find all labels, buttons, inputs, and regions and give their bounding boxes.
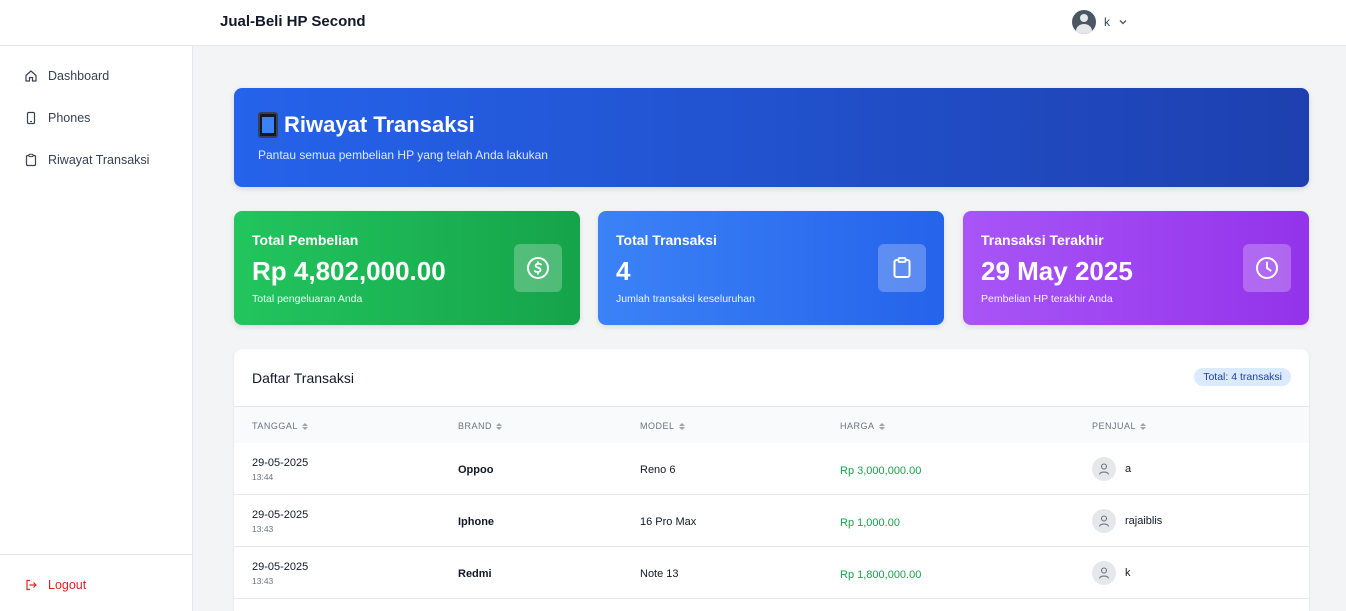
logout-label: Logout	[48, 578, 87, 592]
sidebar-item-label: Dashboard	[48, 69, 110, 83]
column-header-harga[interactable]: HARGA	[840, 421, 885, 431]
cell-price: Rp 1,000.00	[840, 517, 900, 529]
stat-label: Total Pembelian	[252, 232, 359, 248]
stat-card-total-transaksi: Total Transaksi 4 Jumlah transaksi kesel…	[598, 211, 944, 325]
stat-icon-box	[1243, 244, 1291, 292]
table-row[interactable]: 29-05-2025 13:43 Iphone 16 Pro Max Rp 1,…	[234, 495, 1309, 547]
sidebar-item-riwayat-transaksi[interactable]: Riwayat Transaksi	[24, 153, 149, 167]
table-header: TANGGAL BRAND MODEL HARGA PENJUAL	[234, 406, 1309, 443]
cell-model: 16 Pro Max	[640, 516, 697, 528]
sidebar-footer: Logout	[0, 554, 192, 611]
avatar	[1072, 10, 1096, 34]
stat-description: Jumlah transaksi keseluruhan	[616, 293, 755, 305]
clock-icon	[1256, 257, 1278, 279]
logout-icon	[26, 579, 37, 591]
sort-icon	[878, 422, 885, 430]
page-title-text: Riwayat Transaksi	[284, 112, 475, 137]
stat-value: 4	[616, 256, 631, 286]
dollar-icon	[527, 257, 549, 279]
cell-date: 29-05-2025	[252, 561, 309, 573]
sort-icon	[496, 422, 503, 430]
stat-label: Transaksi Terakhir	[981, 232, 1104, 248]
sidebar-item-phones[interactable]: Phones	[24, 111, 90, 125]
sidebar-item-label: Riwayat Transaksi	[48, 153, 150, 167]
sidebar: Dashboard Phones Riwayat Transaksi Logou…	[0, 46, 193, 611]
column-header-penjual[interactable]: PENJUAL	[1092, 421, 1147, 431]
page-subtitle: Pantau semua pembelian HP yang telah And…	[258, 148, 548, 162]
cell-date: 29-05-2025	[252, 457, 309, 469]
table-row[interactable]: 29-05-2025 13:43 Redmi Note 13 Rp 1,800,…	[234, 547, 1309, 599]
stat-label: Total Transaksi	[616, 232, 717, 248]
transactions-panel: Daftar Transaksi Total: 4 transaksi TANG…	[234, 349, 1309, 611]
column-header-tanggal[interactable]: TANGGAL	[252, 421, 308, 431]
seller-name: k	[1125, 567, 1131, 579]
column-header-brand[interactable]: BRAND	[458, 421, 503, 431]
table-row[interactable]: 29-05-2025 13:44 Oppoo Reno 6 Rp 3,000,0…	[234, 443, 1309, 495]
user-menu[interactable]: k	[1072, 10, 1128, 34]
user-icon	[1092, 509, 1116, 533]
page-header-banner: Riwayat Transaksi Pantau semua pembelian…	[234, 88, 1309, 187]
cell-time: 13:44	[252, 472, 274, 482]
page-title: Riwayat Transaksi	[258, 112, 475, 138]
cell-model: Reno 6	[640, 464, 676, 476]
top-bar: Jual-Beli HP Second k	[0, 0, 1346, 46]
cell-date: 29-05-2025	[252, 509, 309, 521]
panel-title: Daftar Transaksi	[252, 370, 354, 386]
stat-icon-box	[514, 244, 562, 292]
total-badge: Total: 4 transaksi	[1194, 368, 1291, 386]
chevron-down-icon	[1119, 20, 1127, 25]
sort-icon	[1140, 422, 1147, 430]
logout-button[interactable]: Logout	[24, 578, 86, 592]
app-title[interactable]: Jual-Beli HP Second	[220, 13, 366, 30]
clipboard-icon	[25, 153, 37, 167]
stat-value: Rp 4,802,000.00	[252, 256, 446, 286]
stat-icon-box	[878, 244, 926, 292]
stat-card-total-pembelian: Total Pembelian Rp 4,802,000.00 Total pe…	[234, 211, 580, 325]
column-header-model[interactable]: MODEL	[640, 421, 685, 431]
column-label: MODEL	[640, 421, 675, 431]
cell-time: 13:43	[252, 576, 274, 586]
seller-name: a	[1125, 463, 1132, 475]
seller-name: rajaiblis	[1125, 515, 1163, 527]
stat-value: 29 May 2025	[981, 256, 1133, 286]
cell-brand: Iphone	[458, 516, 495, 528]
column-label: TANGGAL	[252, 421, 298, 431]
clipboard-icon	[893, 257, 911, 278]
stat-description: Pembelian HP terakhir Anda	[981, 293, 1113, 305]
user-icon	[1092, 561, 1116, 585]
sidebar-item-label: Phones	[48, 111, 91, 125]
cell-seller: k	[1092, 561, 1131, 585]
sidebar-item-dashboard[interactable]: Dashboard	[24, 69, 109, 83]
home-icon	[25, 70, 37, 82]
cell-brand: Oppoo	[458, 464, 494, 476]
cell-price: Rp 1,800,000.00	[840, 569, 922, 581]
column-label: PENJUAL	[1092, 421, 1137, 431]
cell-seller: rajaiblis	[1092, 509, 1162, 533]
column-label: BRAND	[458, 421, 493, 431]
cell-brand: Redmi	[458, 568, 492, 580]
cell-price: Rp 3,000,000.00	[840, 465, 922, 477]
sort-icon	[678, 422, 685, 430]
user-icon	[1092, 457, 1116, 481]
stat-description: Total pengeluaran Anda	[252, 293, 363, 305]
phone-icon	[26, 111, 36, 125]
stat-card-transaksi-terakhir: Transaksi Terakhir 29 May 2025 Pembelian…	[963, 211, 1309, 325]
sort-icon	[301, 422, 308, 430]
cell-time: 13:43	[252, 524, 274, 534]
mobile-phone-icon	[258, 112, 278, 138]
cell-model: Note 13	[640, 568, 679, 580]
user-name: k	[1104, 15, 1110, 29]
column-label: HARGA	[840, 421, 875, 431]
cell-seller: a	[1092, 457, 1131, 481]
